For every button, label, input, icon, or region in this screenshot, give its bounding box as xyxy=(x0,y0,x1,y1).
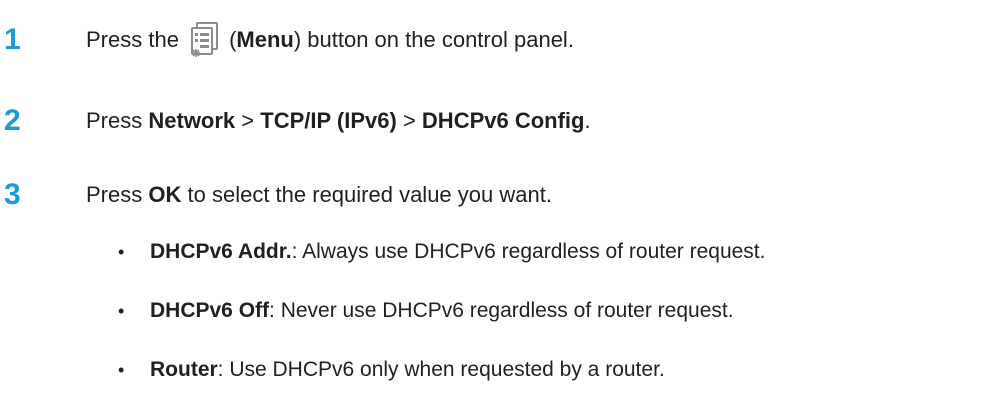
step-text-suffix: ) button on the control panel. xyxy=(293,27,574,52)
step-text-suffix: to select the required value you want. xyxy=(187,182,552,207)
option-name: DHCPv6 Addr. xyxy=(150,240,292,263)
option-name: DHCPv6 Off xyxy=(150,299,270,322)
option-description: : Always use DHCPv6 regardless of router… xyxy=(291,240,766,263)
path-separator: > xyxy=(241,108,255,133)
step-2-text: Press Network > TCP/IP (IPv6) > DHCPv6 C… xyxy=(86,91,591,151)
ok-label: OK xyxy=(148,182,182,207)
step-3-text: Press OK to select the required value yo… xyxy=(86,165,552,225)
step-1: 1 Press the (Menu) button on the control… xyxy=(0,10,1004,70)
option-description: : Use DHCPv6 only when requested by a ro… xyxy=(217,358,665,381)
list-item: • Router: Use DHCPv6 only when requested… xyxy=(86,343,1004,397)
step-text-prefix: Press the xyxy=(86,27,179,52)
list-item: • DHCPv6 Addr.: Always use DHCPv6 regard… xyxy=(86,225,1004,279)
step-number: 2 xyxy=(4,104,21,137)
list-item: • DHCPv6 Off: Never use DHCPv6 regardles… xyxy=(86,284,1004,338)
step-number: 3 xyxy=(4,178,21,211)
bullet-icon: • xyxy=(118,360,125,380)
bullet-icon: • xyxy=(118,301,125,321)
option-name: Router xyxy=(150,358,218,381)
option-description: : Never use DHCPv6 regardless of router … xyxy=(269,299,734,322)
step-text-suffix: . xyxy=(584,108,591,133)
bullet-icon: • xyxy=(118,242,125,262)
step-3: 3 Press OK to select the required value … xyxy=(0,165,1004,225)
menu-label: Menu xyxy=(236,27,294,52)
step-text-prefix: Press xyxy=(86,108,143,133)
menu-path-tcpip-ipv6: TCP/IP (IPv6) xyxy=(260,108,397,133)
step-2: 2 Press Network > TCP/IP (IPv6) > DHCPv6… xyxy=(0,91,1004,151)
menu-path-dhcpv6-config: DHCPv6 Config xyxy=(421,108,585,133)
option-text: Router: Use DHCPv6 only when requested b… xyxy=(150,343,665,397)
step-number: 1 xyxy=(4,23,21,56)
step-text-prefix: Press xyxy=(86,182,143,207)
option-text: DHCPv6 Addr.: Always use DHCPv6 regardle… xyxy=(150,225,765,279)
menu-path-network: Network xyxy=(148,108,236,133)
path-separator: > xyxy=(402,108,416,133)
step-1-text: Press the (Menu) button on the control p… xyxy=(86,10,574,70)
menu-icon xyxy=(189,21,225,58)
option-text: DHCPv6 Off: Never use DHCPv6 regardless … xyxy=(150,284,734,338)
